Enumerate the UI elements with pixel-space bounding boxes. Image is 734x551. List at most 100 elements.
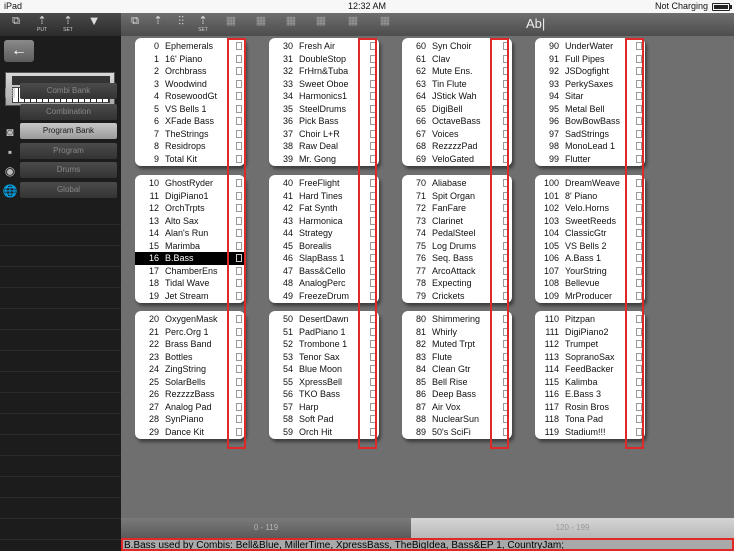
program-name: FreeFlight bbox=[299, 178, 340, 188]
program-name: ChamberEns bbox=[165, 265, 218, 276]
program-icon: ◙ bbox=[6, 125, 14, 139]
combi-grid-icon: ▤ bbox=[4, 85, 16, 99]
tab-range-0-119[interactable]: 0 - 119 bbox=[121, 518, 411, 538]
menu-down-icon[interactable]: ▼ bbox=[84, 14, 104, 35]
clock: 12:32 AM bbox=[347, 1, 387, 11]
sidebar-item-global[interactable]: 🌐 Global bbox=[0, 181, 121, 201]
set-small-button[interactable]: ⇡ SET bbox=[193, 15, 213, 35]
charging-status: Not Charging bbox=[654, 1, 708, 11]
program-number: 77 bbox=[415, 265, 426, 276]
sidebar-item-program-bank[interactable]: ◙ Program Bank bbox=[0, 122, 121, 142]
keyboard-icon-2[interactable]: ▦ bbox=[251, 15, 271, 35]
program-number: 87 bbox=[415, 401, 426, 412]
sidebar-item-drums[interactable]: ◉ Drums bbox=[0, 161, 121, 181]
sidebar-item-program[interactable]: ▪ Program bbox=[0, 142, 121, 162]
keyboard-icon-4[interactable]: ▦ bbox=[311, 15, 331, 35]
sidebar-item-combi-bank[interactable]: ▤ Combi Bank bbox=[0, 82, 121, 102]
program-name: FeedBacker bbox=[565, 364, 614, 374]
program-number: 12 bbox=[148, 203, 159, 213]
program-number: 9 bbox=[153, 153, 159, 164]
back-arrow-icon[interactable]: ← bbox=[4, 40, 34, 62]
program-name: FreezeDrum bbox=[299, 290, 350, 301]
program-number: 52 bbox=[282, 339, 293, 349]
put-button[interactable]: ⇡ PUT bbox=[32, 15, 52, 35]
rename-text-button[interactable]: Ab| bbox=[526, 16, 545, 31]
program-number: 29 bbox=[148, 426, 159, 437]
copy-icon[interactable]: ⧉ bbox=[125, 15, 145, 35]
edit-column-highlight bbox=[625, 38, 644, 449]
program-number: 42 bbox=[282, 203, 293, 213]
program-number: 93 bbox=[548, 78, 559, 89]
mixer-icon[interactable]: ⫶⫶ bbox=[171, 15, 191, 35]
put-label: PUT bbox=[37, 27, 47, 33]
program-name: DigiPiano1 bbox=[165, 190, 209, 201]
program-number: 111 bbox=[545, 326, 559, 337]
program-name: Orch Hit bbox=[299, 426, 333, 437]
keyboard-icon-3[interactable]: ▦ bbox=[281, 15, 301, 35]
program-number: 19 bbox=[148, 290, 159, 301]
keyboard-icon-5[interactable]: ▦ bbox=[343, 15, 363, 35]
small-square-icon: ▪ bbox=[7, 145, 13, 159]
program-name: SteelDrums bbox=[299, 103, 347, 114]
program-number: 99 bbox=[548, 153, 559, 164]
program-name: Sweet Oboe bbox=[299, 78, 349, 89]
sidebar-item-label: Drums bbox=[20, 162, 117, 178]
program-name: Seq. Bass bbox=[432, 253, 474, 263]
program-name: PadPiano 1 bbox=[299, 326, 346, 337]
program-name: YourString bbox=[565, 265, 607, 276]
sidebar-item-combination[interactable]: Combination bbox=[0, 103, 121, 123]
program-name: Fat Synth bbox=[299, 203, 338, 213]
program-number: 20 bbox=[148, 314, 159, 324]
program-number: 106 bbox=[543, 253, 559, 263]
program-name: SweetReeds bbox=[565, 215, 617, 226]
program-name: Alto Sax bbox=[165, 215, 199, 226]
program-name: Bottles bbox=[165, 351, 193, 362]
program-number: 48 bbox=[282, 278, 293, 288]
program-name: Metal Bell bbox=[565, 103, 605, 114]
program-name: ArcoAttack bbox=[432, 265, 476, 276]
program-number: 37 bbox=[282, 128, 293, 139]
program-number: 55 bbox=[282, 376, 293, 387]
keyboard-icon-6[interactable]: ▦ bbox=[375, 15, 395, 35]
program-number: 79 bbox=[415, 290, 426, 301]
keyboard-icon[interactable]: ▦ bbox=[221, 15, 241, 35]
paste-icon[interactable]: ⇡ bbox=[148, 15, 168, 35]
program-name: Air Vox bbox=[432, 401, 461, 412]
program-number: 70 bbox=[415, 178, 426, 188]
sidebar-empty-list bbox=[0, 204, 121, 551]
battery-tip bbox=[730, 5, 732, 9]
program-number: 91 bbox=[548, 53, 559, 64]
program-name: VS Bells 2 bbox=[565, 240, 607, 251]
program-number: 15 bbox=[148, 240, 159, 251]
program-number: 90 bbox=[548, 41, 559, 51]
program-number: 107 bbox=[543, 265, 559, 276]
program-number: 66 bbox=[415, 116, 426, 126]
program-number: 67 bbox=[415, 128, 426, 139]
program-name: Rosin Bros bbox=[565, 401, 610, 412]
program-name: Muted Trpt bbox=[432, 339, 476, 349]
program-number: 61 bbox=[415, 53, 426, 64]
program-name: Tona Pad bbox=[565, 414, 604, 424]
tab-range-120-199[interactable]: 120 - 199 bbox=[411, 518, 734, 538]
program-name: DigiPiano2 bbox=[565, 326, 609, 337]
program-name: Pitzpan bbox=[565, 314, 596, 324]
program-number: 53 bbox=[282, 351, 293, 362]
program-name: RezzzzBass bbox=[165, 389, 215, 399]
program-name: DigiBell bbox=[432, 103, 463, 114]
program-name: Harp bbox=[299, 401, 319, 412]
program-bank-grid: 0 Ephemerals 1 16' Piano 2 Orchbrass 3 Woodwind… bbox=[121, 36, 734, 518]
program-number: 59 bbox=[282, 426, 293, 437]
program-name: Alan's Run bbox=[165, 228, 209, 238]
program-name: XpressBell bbox=[299, 376, 343, 387]
sidebar-item-label: Program Bank bbox=[20, 123, 117, 139]
copy-icon[interactable]: ⧉ bbox=[6, 15, 26, 35]
program-name: Total Kit bbox=[165, 153, 198, 164]
program-number: 16 bbox=[148, 253, 159, 263]
program-name: DoubleStop bbox=[299, 53, 347, 64]
program-name: FanFare bbox=[432, 203, 467, 213]
program-name: Blue Moon bbox=[299, 364, 343, 374]
set-button[interactable]: ⇡ SET bbox=[58, 15, 78, 35]
program-name: TheStrings bbox=[165, 128, 209, 139]
program-number: 115 bbox=[544, 376, 559, 387]
program-number: 14 bbox=[148, 228, 159, 238]
